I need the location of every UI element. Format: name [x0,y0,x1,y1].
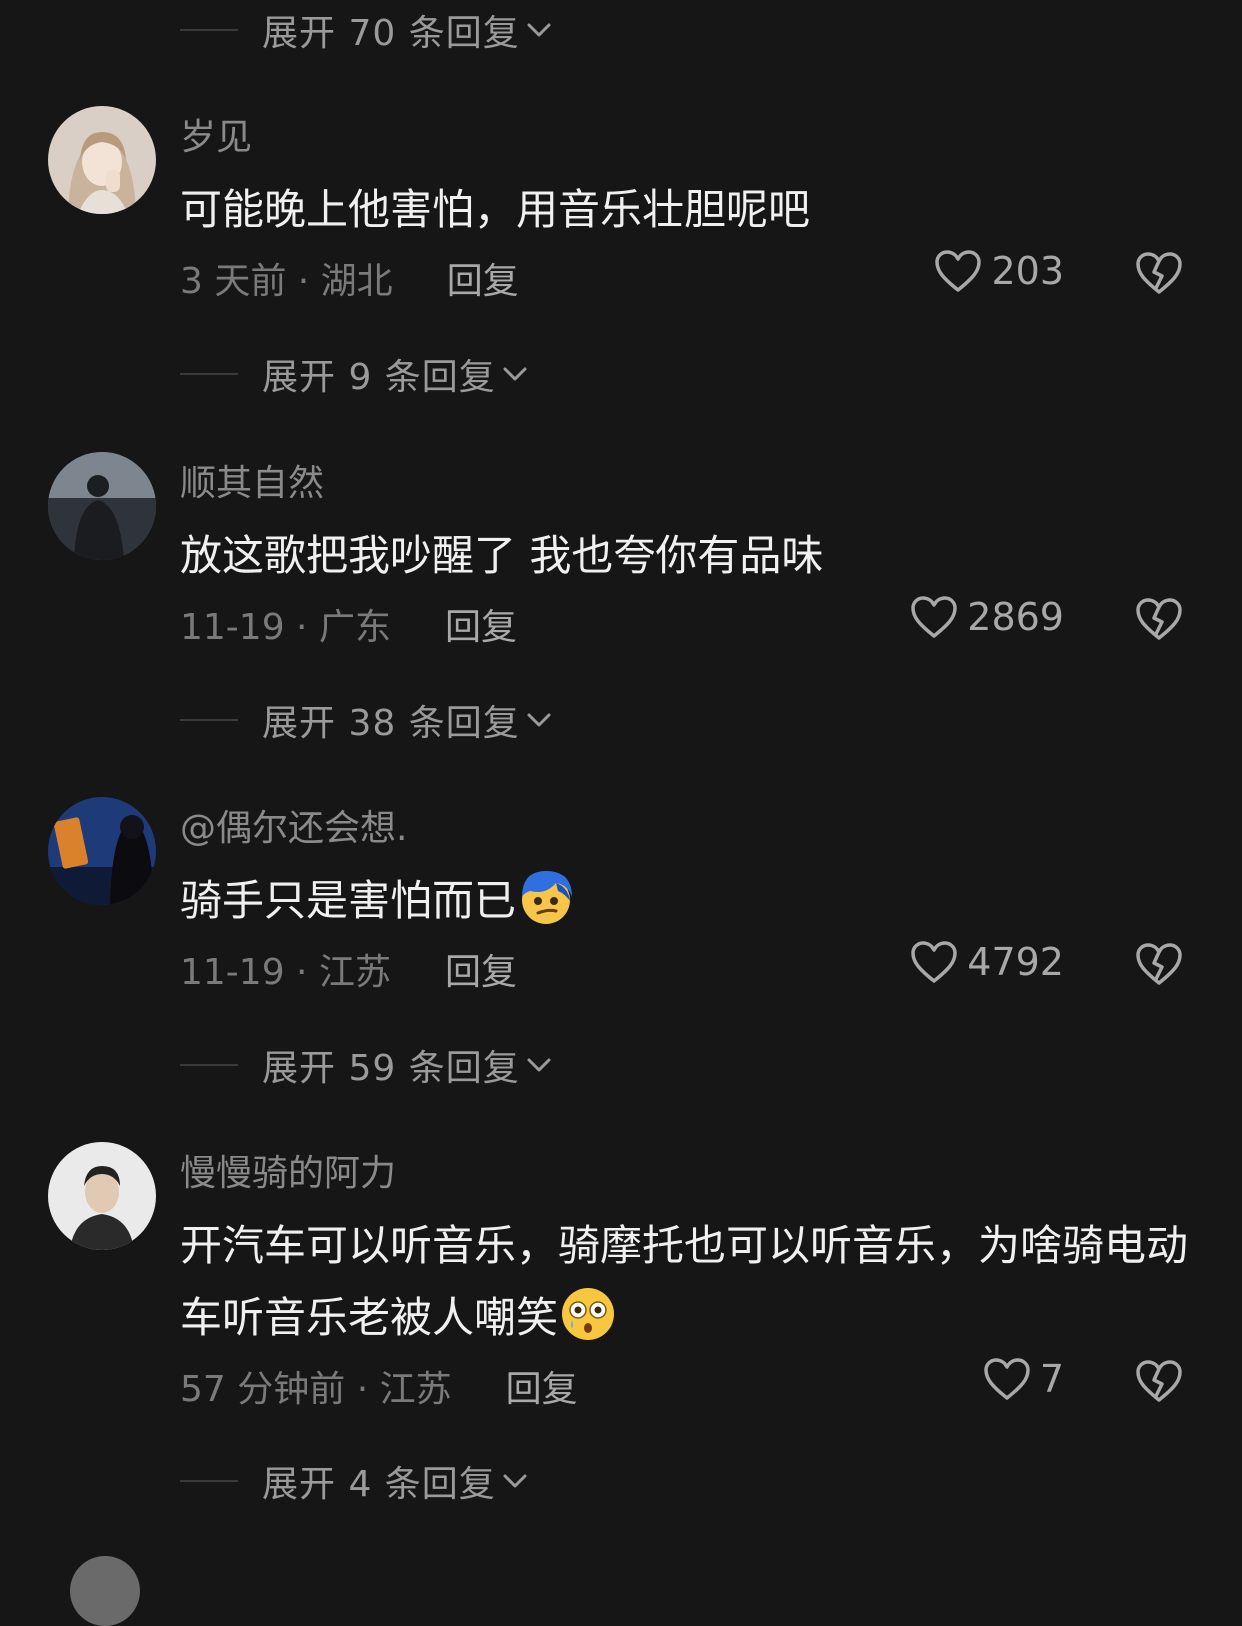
divider [180,373,238,375]
divider [180,1480,238,1482]
like-count: 4792 [967,940,1064,984]
expand-replies-label: 展开 38 条回复 [262,703,520,744]
timestamp-location: 3 天前 · 湖北 [180,261,393,302]
expand-replies-button[interactable]: 展开 70 条回复 [180,0,554,60]
reply-button[interactable]: 回复 [445,943,517,995]
expand-replies-label: 展开 9 条回复 [262,357,496,398]
expand-replies-label: 展开 70 条回复 [262,13,520,54]
expand-replies-button[interactable]: 展开 59 条回复 [180,1035,554,1095]
timestamp-location: 57 分钟前 · 江苏 [180,1369,452,1410]
chevron-down-icon [527,23,551,37]
username[interactable]: 顺其自然 [180,454,324,506]
blue-hair-smirk-emoji [522,871,573,924]
flushed-teary-emoji [562,1288,615,1340]
avatar[interactable] [48,452,156,560]
like-button[interactable]: 203 [933,248,1064,294]
reply-button[interactable]: 回复 [445,598,517,650]
expand-replies-label: 展开 4 条回复 [262,1464,496,1505]
divider [180,719,238,721]
chevron-down-icon [503,367,527,381]
expand-replies-label: 展开 59 条回复 [262,1048,520,1089]
comment-meta: 3 天前 · 湖北 回复 [180,252,519,304]
expand-replies-button[interactable]: 展开 4 条回复 [180,1451,530,1511]
chevron-down-icon [503,1474,527,1488]
like-button[interactable]: 7 [982,1356,1064,1402]
username[interactable]: @偶尔还会想. [180,799,407,851]
heart-icon [935,250,982,292]
expand-replies-button[interactable]: 展开 38 条回复 [180,690,554,750]
comment-text: 可能晚上他害怕，用音乐壮胆呢吧 [180,185,811,234]
like-button[interactable]: 2869 [909,594,1064,640]
like-count: 2869 [967,595,1064,639]
divider [180,1064,238,1066]
avatar[interactable] [70,1556,140,1626]
username[interactable]: 岁见 [180,108,252,160]
timestamp-location: 11-19 · 江苏 [180,952,391,993]
like-button[interactable]: 4792 [909,939,1064,985]
comment-text: 开汽车可以听音乐，骑摩托也可以听音乐，为啥骑电动车听音乐老被人嘲笑 [180,1221,1189,1342]
chevron-down-icon [527,1058,551,1072]
heart-icon [911,941,958,983]
heart-icon [984,1358,1030,1400]
reply-button[interactable]: 回复 [506,1360,578,1412]
timestamp-location: 11-19 · 广东 [180,607,391,648]
like-count: 203 [991,249,1064,293]
chevron-down-icon [527,713,551,727]
broken-heart-icon[interactable] [1134,596,1184,642]
broken-heart-icon[interactable] [1134,1358,1184,1404]
broken-heart-icon[interactable] [1134,941,1184,987]
comment-text: 放这歌把我吵醒了 我也夸你有品味 [180,531,824,580]
avatar[interactable] [48,106,156,214]
reply-button[interactable]: 回复 [447,252,519,304]
comment-meta: 11-19 · 广东 回复 [180,598,517,650]
like-count: 7 [1039,1357,1064,1401]
divider [180,29,238,31]
comment-text: 骑手只是害怕而已 [180,865,1190,937]
expand-replies-button[interactable]: 展开 9 条回复 [180,344,530,404]
comment-meta: 11-19 · 江苏 回复 [180,943,517,995]
heart-icon [911,596,958,638]
avatar[interactable] [48,1142,156,1250]
comment-meta: 57 分钟前 · 江苏 回复 [180,1360,578,1412]
broken-heart-icon[interactable] [1134,250,1184,296]
username[interactable]: 慢慢骑的阿力 [180,1144,396,1196]
avatar[interactable] [48,797,156,905]
